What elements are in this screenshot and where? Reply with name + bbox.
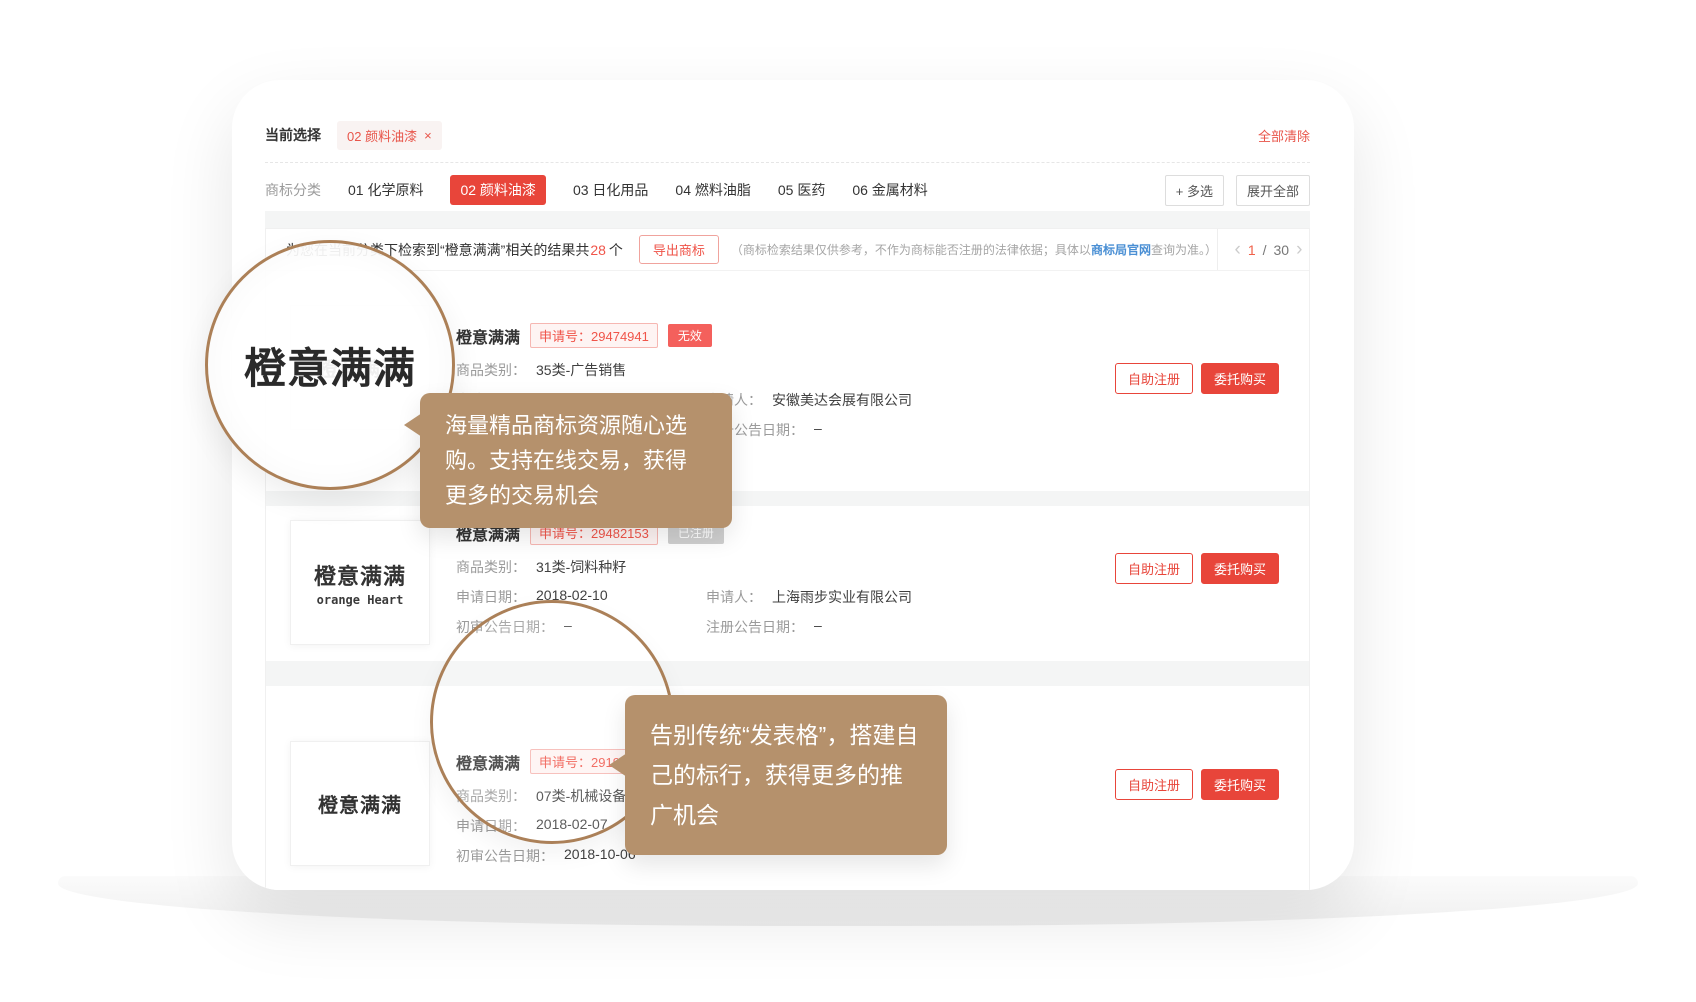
clear-all-button[interactable]: 全部清除: [1258, 126, 1310, 145]
page-total: 30: [1274, 242, 1290, 258]
row-actions: 自助注册 委托购买: [1097, 305, 1309, 491]
close-icon[interactable]: ×: [424, 128, 432, 143]
field-value: 安徽美达会展有限公司: [772, 390, 912, 410]
field-value: 35类-广告销售: [536, 360, 626, 380]
row-actions: 自助注册 委托购买: [1097, 520, 1309, 661]
field-value: 上海雨步实业有限公司: [772, 587, 912, 607]
field-value: –: [814, 617, 822, 637]
category-item-06[interactable]: 06 金属材料: [852, 180, 927, 200]
section-gap: [265, 211, 1310, 228]
category-bar: 商标分类 01 化学原料 02 颜料油漆 03 日化用品 04 燃料油脂 05 …: [265, 176, 1310, 204]
selected-filter-tag-label: 02 颜料油漆: [347, 126, 417, 145]
entrust-purchase-button[interactable]: 委托购买: [1201, 363, 1279, 394]
page-separator: /: [1263, 242, 1267, 258]
tooltip-arrow-icon: [609, 753, 627, 777]
trademark-office-link[interactable]: 商标局官网: [1091, 243, 1151, 257]
self-register-button[interactable]: 自助注册: [1115, 553, 1193, 584]
self-register-button[interactable]: 自助注册: [1115, 363, 1193, 394]
entrust-purchase-button[interactable]: 委托购买: [1201, 553, 1279, 584]
current-selection-label: 当前选择: [265, 125, 321, 145]
row-gap: [266, 661, 1309, 686]
row-actions: 自助注册 委托购买: [1097, 741, 1309, 890]
field-label: 注册公告日期：: [706, 617, 804, 637]
tooltip-resources: 海量精品商标资源随心选购。支持在线交易，获得更多的交易机会: [420, 393, 732, 528]
trademark-logo-text: 橙意满满: [314, 559, 406, 591]
trademark-logo-text: 橙意满满: [318, 789, 402, 818]
results-count: 28: [590, 242, 606, 258]
results-disclaimer: （商标检索结果仅供参考，不作为商标能否注册的法律依据；具体以商标局官网查询为准。…: [731, 241, 1217, 258]
tooltip-promotion: 告别传统“发表格”，搭建自己的标行，获得更多的推广机会: [625, 695, 947, 855]
tooltip-resources-text: 海量精品商标资源随心选购。支持在线交易，获得更多的交易机会: [445, 413, 687, 508]
disclaimer-text-pre: （商标检索结果仅供参考，不作为商标能否注册的法律依据；具体以: [731, 243, 1091, 257]
field-value: –: [814, 420, 822, 440]
field-label: 申请人：: [706, 587, 762, 607]
trademark-name: 橙意满满: [456, 324, 520, 348]
self-register-button[interactable]: 自助注册: [1115, 769, 1193, 800]
trademark-logo-subtext: orange Heart: [317, 593, 404, 607]
category-item-01[interactable]: 01 化学原料: [348, 180, 423, 200]
chevron-right-icon[interactable]: ›: [1296, 240, 1302, 259]
category-actions: + 多选 展开全部: [1165, 175, 1310, 206]
divider: [265, 162, 1310, 163]
category-item-04[interactable]: 04 燃料油脂: [675, 180, 750, 200]
results-summary-suffix: 个: [609, 242, 623, 258]
field-label: 申请日期：: [456, 587, 526, 607]
multi-select-button[interactable]: + 多选: [1165, 175, 1224, 206]
tooltip-promotion-text: 告别传统“发表格”，搭建自己的标行，获得更多的推广机会: [650, 722, 918, 828]
category-item-05[interactable]: 05 医药: [778, 180, 825, 200]
field-label: 初审公告日期：: [456, 846, 554, 866]
field-label: 商品类别：: [456, 360, 526, 380]
magnifier-bubble: 橙意满满: [205, 240, 455, 490]
field-value: 31类-饲料种籽: [536, 557, 626, 577]
field-label: 商品类别：: [456, 557, 526, 577]
disclaimer-text-post: 查询为准。）: [1151, 243, 1217, 257]
trademark-row: 橙意满满 orange Heart 橙意满满 申请号：29482153 已注册 …: [266, 506, 1309, 661]
page-current: 1: [1248, 242, 1256, 258]
trademark-image: 橙意满满 orange Heart: [290, 520, 430, 645]
pagination: ‹ 1 / 30 ›: [1217, 229, 1309, 270]
magnified-trademark-text: 橙意满满: [244, 335, 416, 396]
trademark-image: 橙意满满: [290, 741, 430, 866]
current-selection-bar: 当前选择 02 颜料油漆 × 全部清除: [265, 120, 1310, 150]
tooltip-arrow-icon: [404, 413, 422, 437]
category-item-02-selected[interactable]: 02 颜料油漆: [450, 175, 545, 205]
entrust-purchase-button[interactable]: 委托购买: [1201, 769, 1279, 800]
category-item-03[interactable]: 03 日化用品: [573, 180, 648, 200]
application-number-tag: 申请号：29474941: [530, 323, 658, 348]
results-header: 为您在当前分类下检索到“橙意满满”相关的结果共28个 导出商标 （商标检索结果仅…: [266, 229, 1309, 271]
expand-all-button[interactable]: 展开全部: [1236, 175, 1310, 206]
selected-filter-tag[interactable]: 02 颜料油漆 ×: [337, 121, 442, 150]
export-trademarks-button[interactable]: 导出商标: [639, 235, 719, 264]
chevron-left-icon[interactable]: ‹: [1235, 240, 1241, 259]
category-bar-label: 商标分类: [265, 180, 321, 200]
status-badge: 无效: [668, 324, 712, 347]
